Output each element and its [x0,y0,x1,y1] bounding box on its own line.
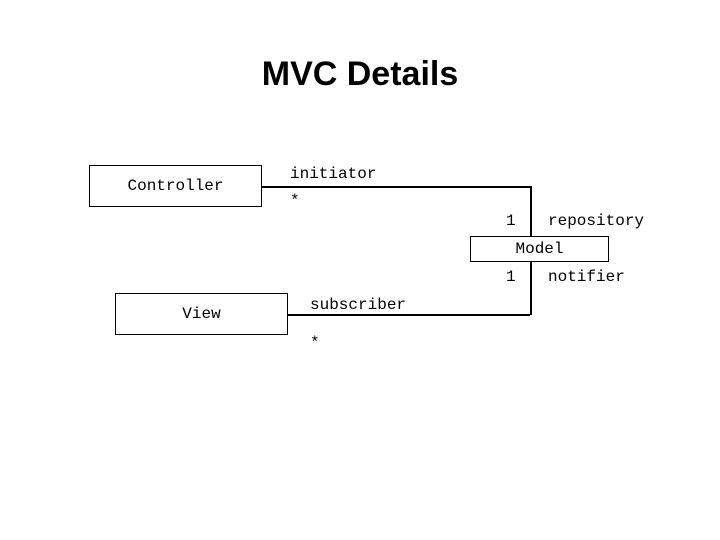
model-box: Model [470,236,609,262]
star1-label: * [290,192,300,210]
star2-label: * [310,334,320,352]
line-controller-model-h [262,186,530,188]
line-controller-model-v [530,186,532,236]
view-box: View [115,293,288,335]
line-view-model-h [288,314,530,316]
controller-box: Controller [89,165,262,207]
subscriber-label: subscriber [310,296,406,314]
model-label: Model [515,240,563,258]
view-label: View [182,305,220,323]
line-view-model-v [530,262,532,315]
notifier-label: notifier [548,268,625,286]
controller-label: Controller [127,177,223,195]
one1-label: 1 [506,212,516,230]
diagram-title: MVC Details [0,55,720,94]
initiator-label: initiator [290,165,376,183]
repository-label: repository [548,212,644,230]
one2-label: 1 [506,268,516,286]
